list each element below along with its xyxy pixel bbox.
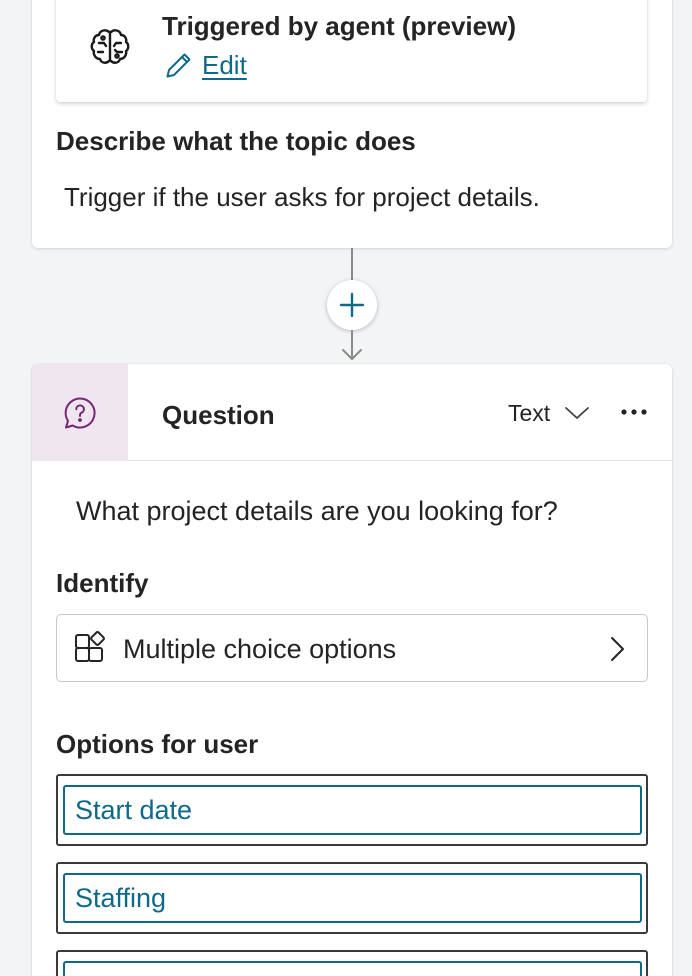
connector-line-top xyxy=(351,248,353,280)
option-input[interactable]: Staffing xyxy=(63,873,642,923)
plus-icon xyxy=(339,292,365,318)
identify-selector[interactable]: Multiple choice options xyxy=(56,614,648,682)
edit-trigger-link[interactable]: Edit xyxy=(164,48,247,82)
question-node: Question Text What project details are y… xyxy=(32,364,672,976)
question-title: Question xyxy=(162,400,275,430)
options-label: Options for user xyxy=(56,729,259,759)
brain-icon xyxy=(90,29,130,64)
option-input[interactable] xyxy=(63,961,642,976)
edit-label: Edit xyxy=(202,49,247,80)
identify-label: Identify xyxy=(56,568,149,598)
trigger-header[interactable]: Triggered by agent (preview) Edit xyxy=(56,0,647,102)
authoring-canvas: Triggered by agent (preview) Edit Descri… xyxy=(0,0,692,976)
response-type-dropdown[interactable]: Text xyxy=(508,398,590,428)
arrow-down-icon xyxy=(342,349,362,360)
describe-label: Describe what the topic does xyxy=(56,126,416,156)
identify-value: Multiple choice options xyxy=(123,634,397,664)
option-row: Start date xyxy=(56,774,648,846)
add-node-button[interactable] xyxy=(327,280,377,330)
question-prompt[interactable]: What project details are you looking for… xyxy=(76,496,558,527)
topic-description[interactable]: Trigger if the user asks for project det… xyxy=(64,182,540,213)
chevron-down-icon xyxy=(565,407,590,419)
multiple-choice-icon xyxy=(75,631,105,662)
option-input[interactable]: Start date xyxy=(63,785,642,835)
question-bubble-icon xyxy=(64,396,96,428)
more-options-button[interactable] xyxy=(616,394,652,430)
chevron-right-icon xyxy=(611,637,624,661)
trigger-title: Triggered by agent (preview) xyxy=(162,11,516,41)
question-icon-container xyxy=(32,364,128,461)
question-header: Question Text xyxy=(32,364,672,461)
response-type-label: Text xyxy=(508,399,551,426)
pencil-icon xyxy=(166,53,191,78)
more-horizontal-icon xyxy=(621,409,647,415)
trigger-node: Triggered by agent (preview) Edit Descri… xyxy=(32,0,672,248)
option-row: Staffing xyxy=(56,862,648,934)
option-row xyxy=(56,950,648,976)
